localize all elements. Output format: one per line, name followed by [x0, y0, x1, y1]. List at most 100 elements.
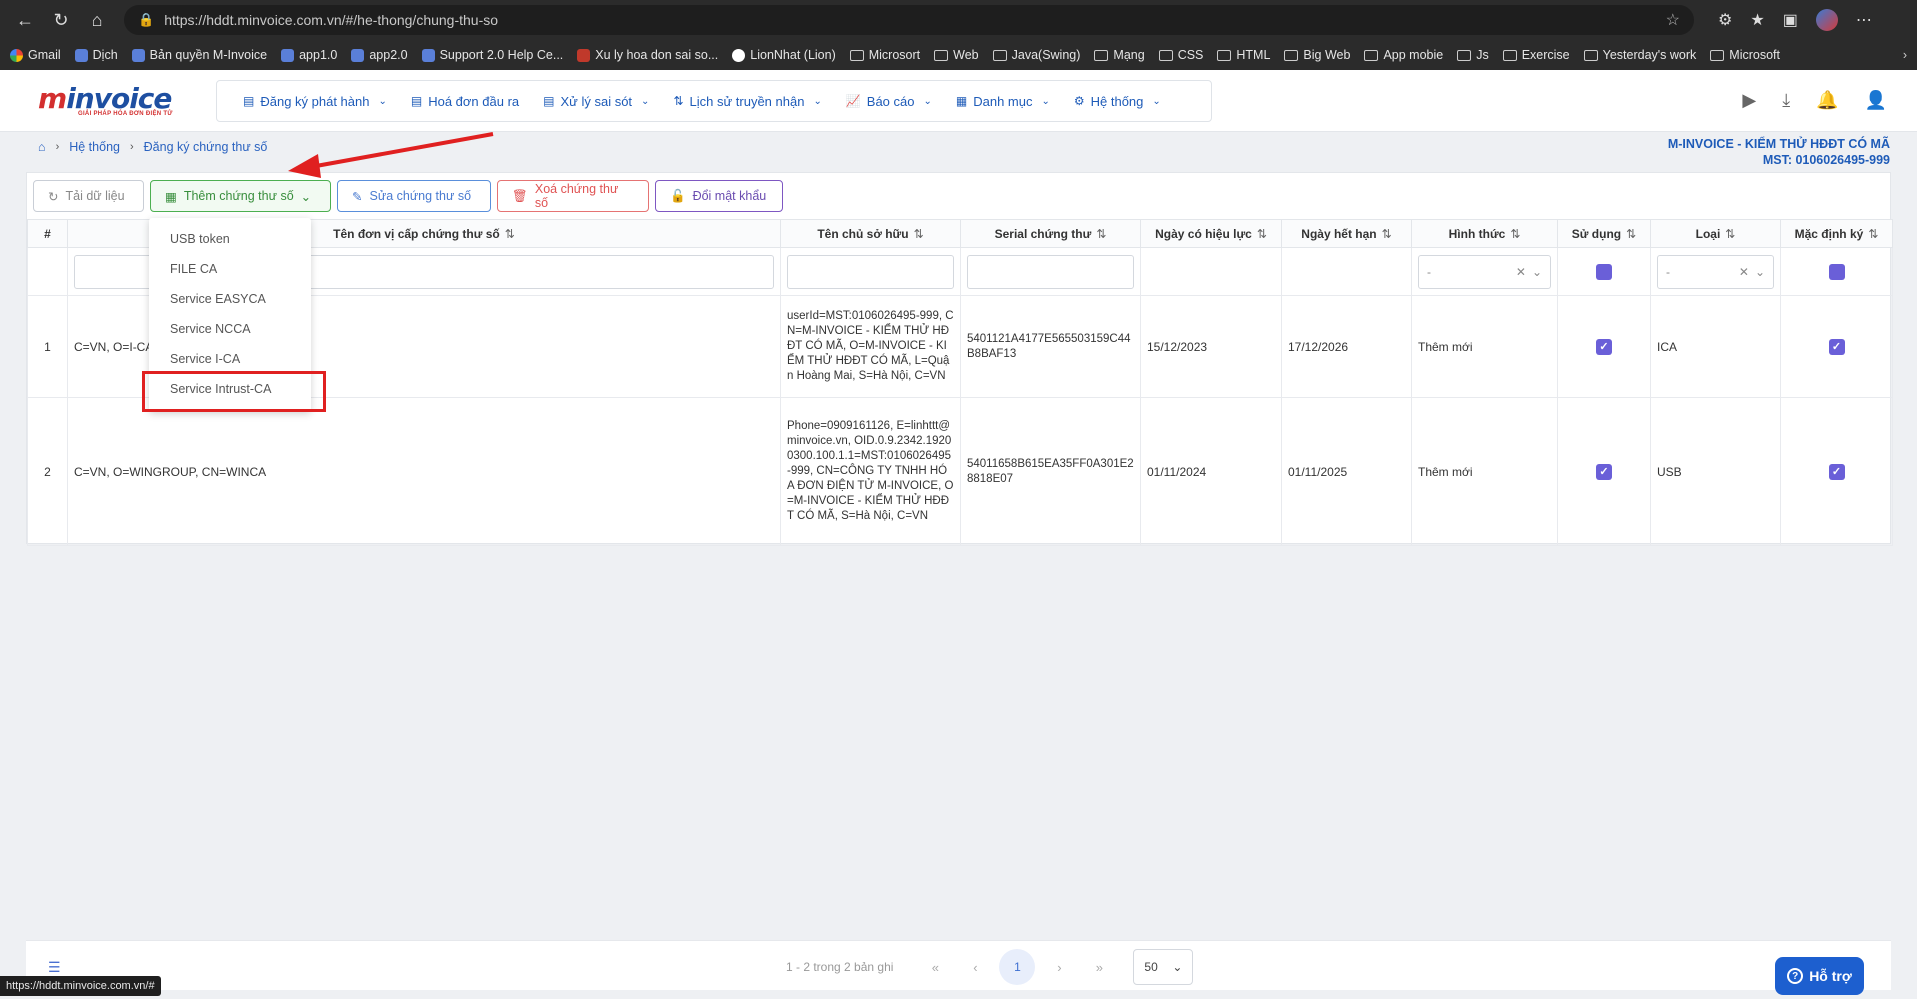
menu-item-1[interactable]: ▤ Hoá đơn đầu ra — [399, 81, 531, 121]
video-icon[interactable]: ▶ — [1742, 90, 1756, 111]
star-icon[interactable]: ☆ — [1666, 10, 1680, 30]
sort-icon[interactable]: ⇅ — [505, 227, 515, 241]
in-use-checkbox[interactable]: ✓ — [1596, 338, 1612, 355]
sort-icon[interactable]: ⇅ — [1868, 227, 1878, 241]
bookmark-item[interactable]: LionNhat (Lion) — [732, 48, 836, 62]
bookmark-item[interactable]: Dịch — [74, 48, 118, 62]
sort-icon[interactable]: ⇅ — [1725, 227, 1735, 241]
type-filter-select[interactable]: - ✕ ⌄ — [1657, 254, 1774, 289]
inuse-filter-checkbox[interactable] — [1596, 263, 1612, 280]
menu-item-6[interactable]: ⚙ Hệ thống ⌄ — [1062, 81, 1173, 121]
menu-item-5[interactable]: ▦ Danh mục ⌄ — [944, 81, 1062, 121]
dropdown-item[interactable]: Service I-CA — [149, 344, 311, 374]
bookmark-item[interactable]: Js — [1457, 48, 1489, 62]
grid-icon: ▦ — [955, 94, 968, 108]
sort-icon[interactable]: ⇅ — [1257, 227, 1267, 241]
column-header[interactable]: Sử dụng ⇅ — [1557, 219, 1651, 248]
menu-item-0[interactable]: ▤ Đăng ký phát hành ⌄ — [231, 81, 399, 121]
sort-icon[interactable]: ⇅ — [914, 227, 924, 241]
bookmark-item[interactable]: Yesterday's work — [1583, 48, 1696, 62]
bookmark-item[interactable]: Gmail — [10, 48, 61, 62]
sort-icon[interactable]: ⇅ — [1510, 227, 1520, 241]
add-cert-label: Thêm chứng thư số — [183, 189, 294, 203]
add-cert-button[interactable]: ▦ Thêm chứng thư số ⌄ — [150, 180, 331, 212]
column-header[interactable]: Ngày hết hạn ⇅ — [1281, 219, 1412, 248]
column-header: # — [27, 219, 68, 248]
sort-icon[interactable]: ⇅ — [1382, 227, 1392, 241]
serial-filter-input[interactable] — [967, 254, 1134, 289]
address-bar[interactable]: 🔒 https://hddt.minvoice.com.vn/#/he-thon… — [124, 5, 1694, 35]
breadcrumb-item-cert[interactable]: Đăng ký chứng thư số — [144, 140, 268, 154]
owner-filter-input[interactable] — [787, 254, 954, 289]
column-header[interactable]: Hình thức ⇅ — [1411, 219, 1558, 248]
dropdown-item[interactable]: Service NCCA — [149, 314, 311, 344]
user-icon[interactable]: 👤 — [1865, 90, 1887, 111]
bookmark-item[interactable]: app2.0 — [351, 48, 408, 62]
favorites-icon[interactable]: ★ — [1750, 10, 1764, 30]
bookmark-item[interactable]: App mobie — [1364, 48, 1443, 62]
collections-icon[interactable]: ▣ — [1783, 10, 1798, 30]
menu-item-2[interactable]: ▤ Xử lý sai sót ⌄ — [531, 81, 661, 121]
column-header[interactable]: Mặc định ký ⇅ — [1780, 219, 1893, 248]
current-page[interactable]: 1 — [999, 949, 1036, 985]
bookmark-item[interactable]: Microsoft — [1710, 48, 1780, 62]
next-page-icon[interactable]: › — [1039, 951, 1079, 983]
page-size-select[interactable]: 50 ⌄ — [1133, 949, 1194, 985]
form-filter-select[interactable]: - ✕ ⌄ — [1418, 254, 1551, 289]
clear-icon[interactable]: ✕ — [1516, 265, 1526, 279]
default-filter-checkbox[interactable] — [1828, 263, 1845, 280]
column-header[interactable]: Ngày có hiệu lực ⇅ — [1140, 219, 1282, 248]
bookmark-item[interactable]: app1.0 — [281, 48, 337, 62]
bookmark-item[interactable]: CSS — [1158, 48, 1203, 62]
edit-cert-button[interactable]: ✎ Sửa chứng thư số — [337, 180, 491, 212]
sort-icon[interactable]: ⇅ — [1626, 227, 1636, 241]
column-header[interactable]: Serial chứng thư ⇅ — [960, 219, 1141, 248]
bookmark-item[interactable]: Web — [934, 48, 979, 62]
sort-icon[interactable]: ⇅ — [1096, 227, 1106, 241]
logo[interactable]: minvoice GIẢI PHÁP HÓA ĐƠN ĐIỆN TỬ — [38, 82, 173, 117]
clear-icon[interactable]: ✕ — [1739, 265, 1749, 279]
dropdown-item[interactable]: FILE CA — [149, 254, 311, 284]
back-icon[interactable]: ← — [10, 5, 40, 35]
refresh-icon[interactable]: ↻ — [46, 5, 76, 35]
bookmark-item[interactable]: Microsort — [849, 48, 920, 62]
bookmark-item[interactable]: Xu ly hoa don sai so... — [577, 48, 718, 62]
first-page-icon[interactable]: « — [915, 951, 955, 983]
bookmark-item[interactable]: Mạng — [1094, 48, 1145, 62]
default-sign-checkbox[interactable]: ✓ — [1828, 338, 1845, 355]
trash-icon: 🗑 — [512, 188, 528, 203]
in-use-checkbox[interactable]: ✓ — [1596, 463, 1612, 480]
valid-to-cell-td: 01/11/2025 — [1281, 397, 1412, 546]
reload-button[interactable]: ↻ Tải dữ liệu — [33, 180, 144, 212]
default-sign-checkbox[interactable]: ✓ — [1828, 463, 1845, 480]
support-button[interactable]: ? Hỗ trợ — [1775, 957, 1864, 995]
bookmark-item[interactable]: Exercise — [1502, 48, 1570, 62]
table-row[interactable]: 2 C=VN, O=WINGROUP, CN=WINCA Phone=0909161… — [27, 397, 1893, 546]
more-icon[interactable]: ⋯ — [1856, 10, 1872, 30]
prev-page-icon[interactable]: ‹ — [955, 951, 995, 983]
profile-avatar[interactable] — [1815, 9, 1838, 31]
column-header[interactable]: Tên chủ sở hữu ⇅ — [780, 219, 961, 248]
change-password-button[interactable]: 🔓 Đổi mật khẩu — [655, 180, 783, 212]
bookmark-item[interactable]: HTML — [1217, 48, 1270, 62]
home-icon[interactable]: ⌂ — [82, 5, 112, 35]
bookmark-item[interactable]: Support 2.0 Help Ce... — [421, 48, 563, 62]
home-crumb-icon[interactable]: ⌂ — [38, 140, 46, 154]
dropdown-item[interactable]: USB token — [149, 224, 311, 254]
extensions-icon[interactable]: ⚙ — [1718, 10, 1732, 30]
bookmark-label: Java(Swing) — [1011, 48, 1081, 62]
menu-item-3[interactable]: ⇅ Lịch sử truyền nhận ⌄ — [661, 81, 833, 121]
dropdown-item[interactable]: Service EASYCA — [149, 284, 311, 314]
last-page-icon[interactable]: » — [1079, 951, 1119, 983]
column-header[interactable]: Loại ⇅ — [1650, 219, 1781, 248]
list-icon[interactable]: ☰ — [48, 959, 61, 976]
bookmark-item[interactable]: Java(Swing) — [992, 48, 1081, 62]
bookmark-item[interactable]: Big Web — [1284, 48, 1350, 62]
bell-icon[interactable]: 🔔 — [1816, 90, 1838, 111]
bookmark-item[interactable]: Bản quyền M-Invoice — [131, 48, 267, 62]
delete-cert-button[interactable]: 🗑 Xoá chứng thư số — [497, 180, 649, 212]
bookmarks-overflow-icon[interactable]: › — [1903, 48, 1907, 62]
download-icon[interactable]: ⤓ — [1782, 90, 1790, 111]
breadcrumb-item-system[interactable]: Hệ thống — [69, 140, 120, 154]
menu-item-4[interactable]: 📈 Báo cáo ⌄ — [834, 81, 944, 121]
